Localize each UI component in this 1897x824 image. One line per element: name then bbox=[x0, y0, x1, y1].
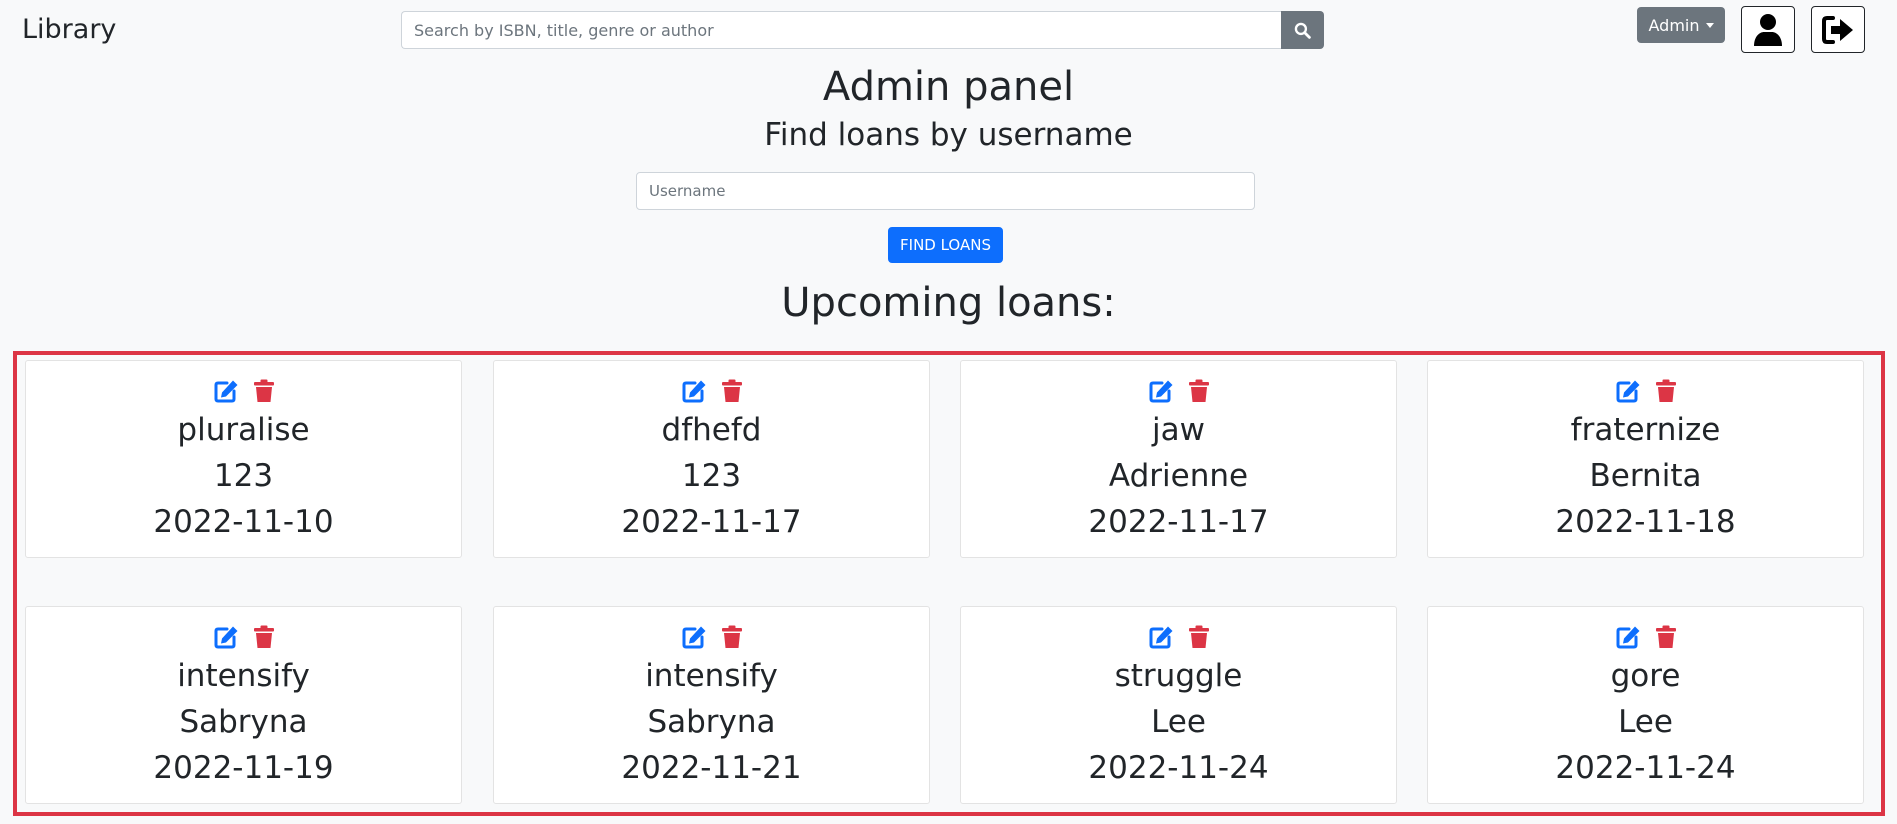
upcoming-loans-heading: Upcoming loans: bbox=[781, 280, 1116, 326]
edit-icon[interactable] bbox=[213, 379, 239, 403]
edit-icon[interactable] bbox=[681, 625, 707, 649]
loan-card: struggle Lee 2022-11-24 bbox=[960, 606, 1397, 804]
edit-icon[interactable] bbox=[1615, 379, 1641, 403]
trash-icon[interactable] bbox=[253, 625, 275, 649]
loan-card: jaw Adrienne 2022-11-17 bbox=[960, 360, 1397, 558]
loan-card: dfhefd 123 2022-11-17 bbox=[493, 360, 930, 558]
profile-button[interactable] bbox=[1741, 6, 1795, 53]
find-loans-heading: Find loans by username bbox=[764, 117, 1133, 153]
loan-book-title: intensify bbox=[177, 658, 310, 694]
user-icon bbox=[1753, 13, 1783, 47]
loan-book-title: fraternize bbox=[1570, 412, 1721, 448]
loan-card: pluralise 123 2022-11-10 bbox=[25, 360, 462, 558]
loan-username: Sabryna bbox=[179, 704, 308, 740]
loans-container: pluralise 123 2022-11-10 dfhefd 123 2022… bbox=[13, 351, 1885, 816]
trash-icon[interactable] bbox=[1655, 625, 1677, 649]
brand-link[interactable]: Library bbox=[22, 14, 116, 45]
find-loans-button[interactable]: FIND LOANS bbox=[888, 227, 1003, 263]
search-input[interactable] bbox=[401, 11, 1281, 49]
edit-icon[interactable] bbox=[1148, 379, 1174, 403]
loan-card: gore Lee 2022-11-24 bbox=[1427, 606, 1864, 804]
loan-username: 123 bbox=[213, 458, 274, 494]
loan-username: Bernita bbox=[1589, 458, 1702, 494]
search-button[interactable] bbox=[1281, 11, 1324, 49]
trash-icon[interactable] bbox=[1188, 379, 1210, 403]
loan-due-date: 2022-11-17 bbox=[1088, 504, 1269, 540]
loan-book-title: struggle bbox=[1114, 658, 1243, 694]
loan-due-date: 2022-11-24 bbox=[1088, 750, 1269, 786]
edit-icon[interactable] bbox=[1615, 625, 1641, 649]
loan-card: fraternize Bernita 2022-11-18 bbox=[1427, 360, 1864, 558]
search-icon bbox=[1294, 22, 1311, 39]
loan-book-title: pluralise bbox=[177, 412, 310, 448]
loan-book-title: jaw bbox=[1152, 412, 1205, 448]
sign-out-icon bbox=[1821, 15, 1855, 45]
loan-username: Sabryna bbox=[647, 704, 776, 740]
loan-book-title: intensify bbox=[645, 658, 778, 694]
loan-card: intensify Sabryna 2022-11-19 bbox=[25, 606, 462, 804]
loan-due-date: 2022-11-24 bbox=[1555, 750, 1736, 786]
search-bar bbox=[401, 11, 1324, 49]
edit-icon[interactable] bbox=[681, 379, 707, 403]
caret-down-icon bbox=[1705, 22, 1714, 28]
trash-icon[interactable] bbox=[1655, 379, 1677, 403]
trash-icon[interactable] bbox=[721, 379, 743, 403]
loan-due-date: 2022-11-18 bbox=[1555, 504, 1736, 540]
edit-icon[interactable] bbox=[1148, 625, 1174, 649]
loan-username: Adrienne bbox=[1108, 458, 1249, 494]
edit-icon[interactable] bbox=[213, 625, 239, 649]
loan-book-title: dfhefd bbox=[661, 412, 762, 448]
loan-due-date: 2022-11-17 bbox=[621, 504, 802, 540]
trash-icon[interactable] bbox=[1188, 625, 1210, 649]
trash-icon[interactable] bbox=[253, 379, 275, 403]
loan-due-date: 2022-11-19 bbox=[153, 750, 334, 786]
loan-username: Lee bbox=[1151, 704, 1206, 740]
admin-dropdown-button[interactable]: Admin bbox=[1637, 7, 1725, 43]
admin-dropdown-label: Admin bbox=[1648, 15, 1700, 35]
loan-due-date: 2022-11-21 bbox=[621, 750, 802, 786]
logout-button[interactable] bbox=[1811, 6, 1865, 53]
page-title: Admin panel bbox=[822, 64, 1075, 110]
loan-card: intensify Sabryna 2022-11-21 bbox=[493, 606, 930, 804]
trash-icon[interactable] bbox=[721, 625, 743, 649]
loan-username: Lee bbox=[1618, 704, 1673, 740]
loan-due-date: 2022-11-10 bbox=[153, 504, 334, 540]
loan-book-title: gore bbox=[1610, 658, 1681, 694]
loan-username: 123 bbox=[681, 458, 742, 494]
username-input[interactable] bbox=[636, 172, 1255, 210]
